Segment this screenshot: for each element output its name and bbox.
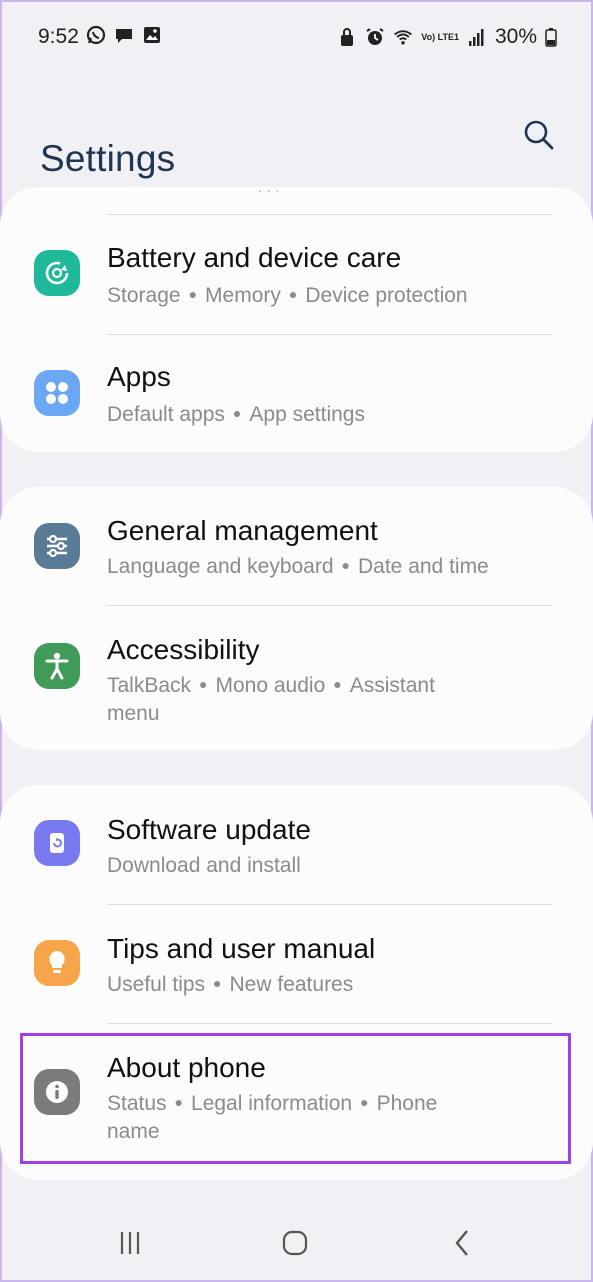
item-subtitle: Default apps ● App settings — [107, 403, 365, 426]
item-title: General management — [107, 515, 378, 546]
whatsapp-icon — [86, 25, 106, 45]
accessibility-person-icon — [34, 643, 80, 689]
home-icon — [282, 1230, 308, 1256]
sub-new-features: New features — [229, 973, 354, 996]
settings-item-tips-user-manual[interactable]: Tips and user manual Useful tips ● New fea… — [0, 905, 593, 1023]
sub-device-protection: Device protection — [305, 284, 468, 307]
item-title: Apps — [107, 361, 171, 392]
item-title: Accessibility — [107, 634, 260, 665]
settings-item-apps[interactable]: Apps Default apps ● App settings — [0, 335, 593, 452]
sub-date-time: Date and time — [358, 555, 489, 578]
item-subtitle: Download and install — [107, 852, 301, 880]
navigation-bar — [0, 1200, 593, 1282]
back-button[interactable] — [442, 1226, 482, 1260]
lightbulb-icon — [34, 940, 80, 986]
status-notification-icons — [86, 25, 162, 45]
battery-percent: 30% — [494, 25, 537, 48]
sub-useful-tips: Useful tips — [107, 973, 206, 996]
item-title: About phone — [107, 1052, 266, 1083]
item-subtitle: Language and keyboard ● Date and time — [107, 555, 489, 578]
sub-app-settings: App settings — [249, 403, 365, 426]
settings-group-2: General management Language and keyboard… — [0, 487, 593, 750]
settings-item-software-update[interactable]: Software update Download and install — [0, 785, 593, 904]
settings-item-about-phone[interactable]: About phone Status ● Legal information ● Pho… — [0, 1024, 593, 1164]
sub-assistant: Assistant — [349, 674, 435, 697]
item-subtitle: Useful tips ● New features — [107, 973, 354, 996]
lock-icon — [337, 27, 357, 47]
status-time: 9:52 — [38, 25, 79, 48]
wifi-icon — [393, 27, 413, 47]
apps-grid-icon — [34, 370, 80, 416]
item-subtitle: Storage ● Memory ● Device protection — [107, 284, 468, 307]
settings-group-3: Software update Download and install Tip… — [0, 785, 593, 1180]
home-button[interactable] — [275, 1226, 315, 1260]
sub-storage: Storage — [107, 284, 181, 307]
settings-item-accessibility[interactable]: Accessibility TalkBack ● Mono audio ● Assist… — [0, 606, 593, 750]
sub-menu: menu — [107, 702, 160, 726]
settings-item-general-management[interactable]: General management Language and keyboard… — [0, 487, 593, 605]
search-button[interactable] — [522, 118, 556, 152]
gallery-icon — [142, 25, 162, 45]
item-title: Software update — [107, 814, 311, 845]
status-bar: 9:52 Vo) LTE1 30% — [0, 0, 593, 72]
search-icon — [524, 120, 554, 150]
item-subtitle: Status ● Legal information ● Phone name — [107, 1092, 438, 1144]
sub-legal-information: Legal information — [191, 1092, 353, 1115]
recents-icon — [120, 1232, 140, 1254]
sub-mono-audio: Mono audio — [215, 674, 326, 697]
item-subtitle: TalkBack ● Mono audio ● Assistant menu — [107, 674, 435, 726]
sub-name: name — [107, 1120, 160, 1144]
sub-default-apps: Default apps — [107, 403, 225, 426]
recents-button[interactable] — [110, 1226, 150, 1260]
update-icon — [34, 820, 80, 866]
sub-download-install: Download and install — [107, 854, 301, 877]
sub-memory: Memory — [205, 284, 281, 307]
sub-talkback: TalkBack — [107, 674, 192, 697]
sliders-icon — [34, 523, 80, 569]
alarm-icon — [365, 27, 385, 47]
battery-icon — [545, 27, 557, 47]
sub-phone: Phone — [376, 1092, 438, 1115]
item-title: Battery and device care — [107, 242, 402, 273]
partial-item-above: · · · — [258, 187, 280, 198]
status-system-icons: Vo) LTE1 30% — [337, 25, 557, 49]
sub-language-keyboard: Language and keyboard — [107, 555, 334, 578]
chat-icon — [114, 25, 134, 45]
signal-icon — [467, 27, 487, 47]
item-title: Tips and user manual — [107, 933, 376, 964]
info-icon — [34, 1069, 80, 1115]
sub-status: Status — [107, 1092, 167, 1115]
device-care-icon — [34, 250, 80, 296]
page-title: Settings — [40, 137, 176, 179]
volte-icon: Vo) LTE1 — [421, 31, 459, 42]
back-icon — [455, 1230, 468, 1256]
settings-item-battery-device-care[interactable]: Battery and device care Storage ● Memory ● D… — [0, 215, 593, 333]
settings-group-1: · · · Battery and device care Storage ● Me… — [0, 187, 593, 452]
